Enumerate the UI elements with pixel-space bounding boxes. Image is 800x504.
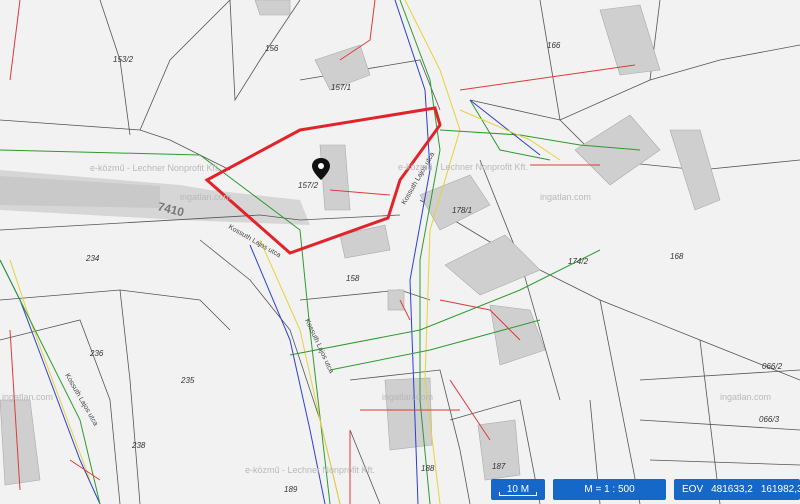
parcel-label: 156 [265, 44, 279, 53]
parcel-label: 236 [89, 349, 104, 358]
parcel-label: 157/1 [331, 83, 351, 92]
parcel-label: 189 [284, 485, 298, 494]
coord-x: 481633,2 [711, 484, 753, 495]
parcel-label: 166 [547, 41, 561, 50]
coordinate-readout: EOV 481633,2 161982,3 [674, 479, 800, 500]
parcel-label: 234 [85, 254, 100, 263]
parcel-label: 178/1 [452, 206, 472, 215]
buildings [0, 0, 721, 486]
watermark: ingatlan.com [382, 392, 433, 402]
parcel-label: 158 [346, 274, 360, 283]
parcel-label: 066/2 [762, 362, 783, 371]
parcel-label: 174/2 [568, 257, 589, 266]
watermark: e-közmű - Lechner Nonprofit Kft. [398, 162, 528, 172]
watermark: e-közmű - Lechner Nonprofit Kft. [90, 163, 220, 173]
street-label: Kossuth Lajos utca [227, 224, 282, 260]
cadastral-map: 7410 Kossuth Lajos utca Kossuth Lajos ut… [0, 0, 800, 504]
utility-lines [0, 0, 641, 504]
coord-y: 161982,3 [760, 484, 800, 495]
parcel-label: 238 [131, 441, 146, 450]
coord-system: EOV [682, 484, 704, 495]
watermark: e-közmű - Lechner Nonprofit Kft. [245, 465, 375, 475]
parcel-label: 157/2 [298, 181, 319, 190]
watermark: ingatlan.com [2, 392, 53, 402]
map-ratio-button[interactable]: M = 1 : 500 [553, 479, 666, 500]
parcel-label: 187 [492, 462, 506, 471]
map-canvas[interactable]: 7410 Kossuth Lajos utca Kossuth Lajos ut… [0, 0, 800, 504]
scale-button[interactable]: 10 M [491, 479, 545, 500]
parcel-label: 235 [180, 376, 195, 385]
watermark: ingatlan.com [540, 192, 591, 202]
map-ratio-label: M = 1 : 500 [584, 484, 635, 495]
scale-bar [499, 492, 537, 496]
parcel-label: 153/2 [113, 55, 134, 64]
watermark: ingatlan.com [720, 392, 771, 402]
parcel-label: 168 [670, 252, 684, 261]
watermark: ingatlan.com [180, 192, 231, 202]
parcel-label: 188 [421, 464, 435, 473]
street-label: Kossuth Lajos utca [63, 373, 99, 428]
parcel-label: 066/3 [759, 415, 780, 424]
